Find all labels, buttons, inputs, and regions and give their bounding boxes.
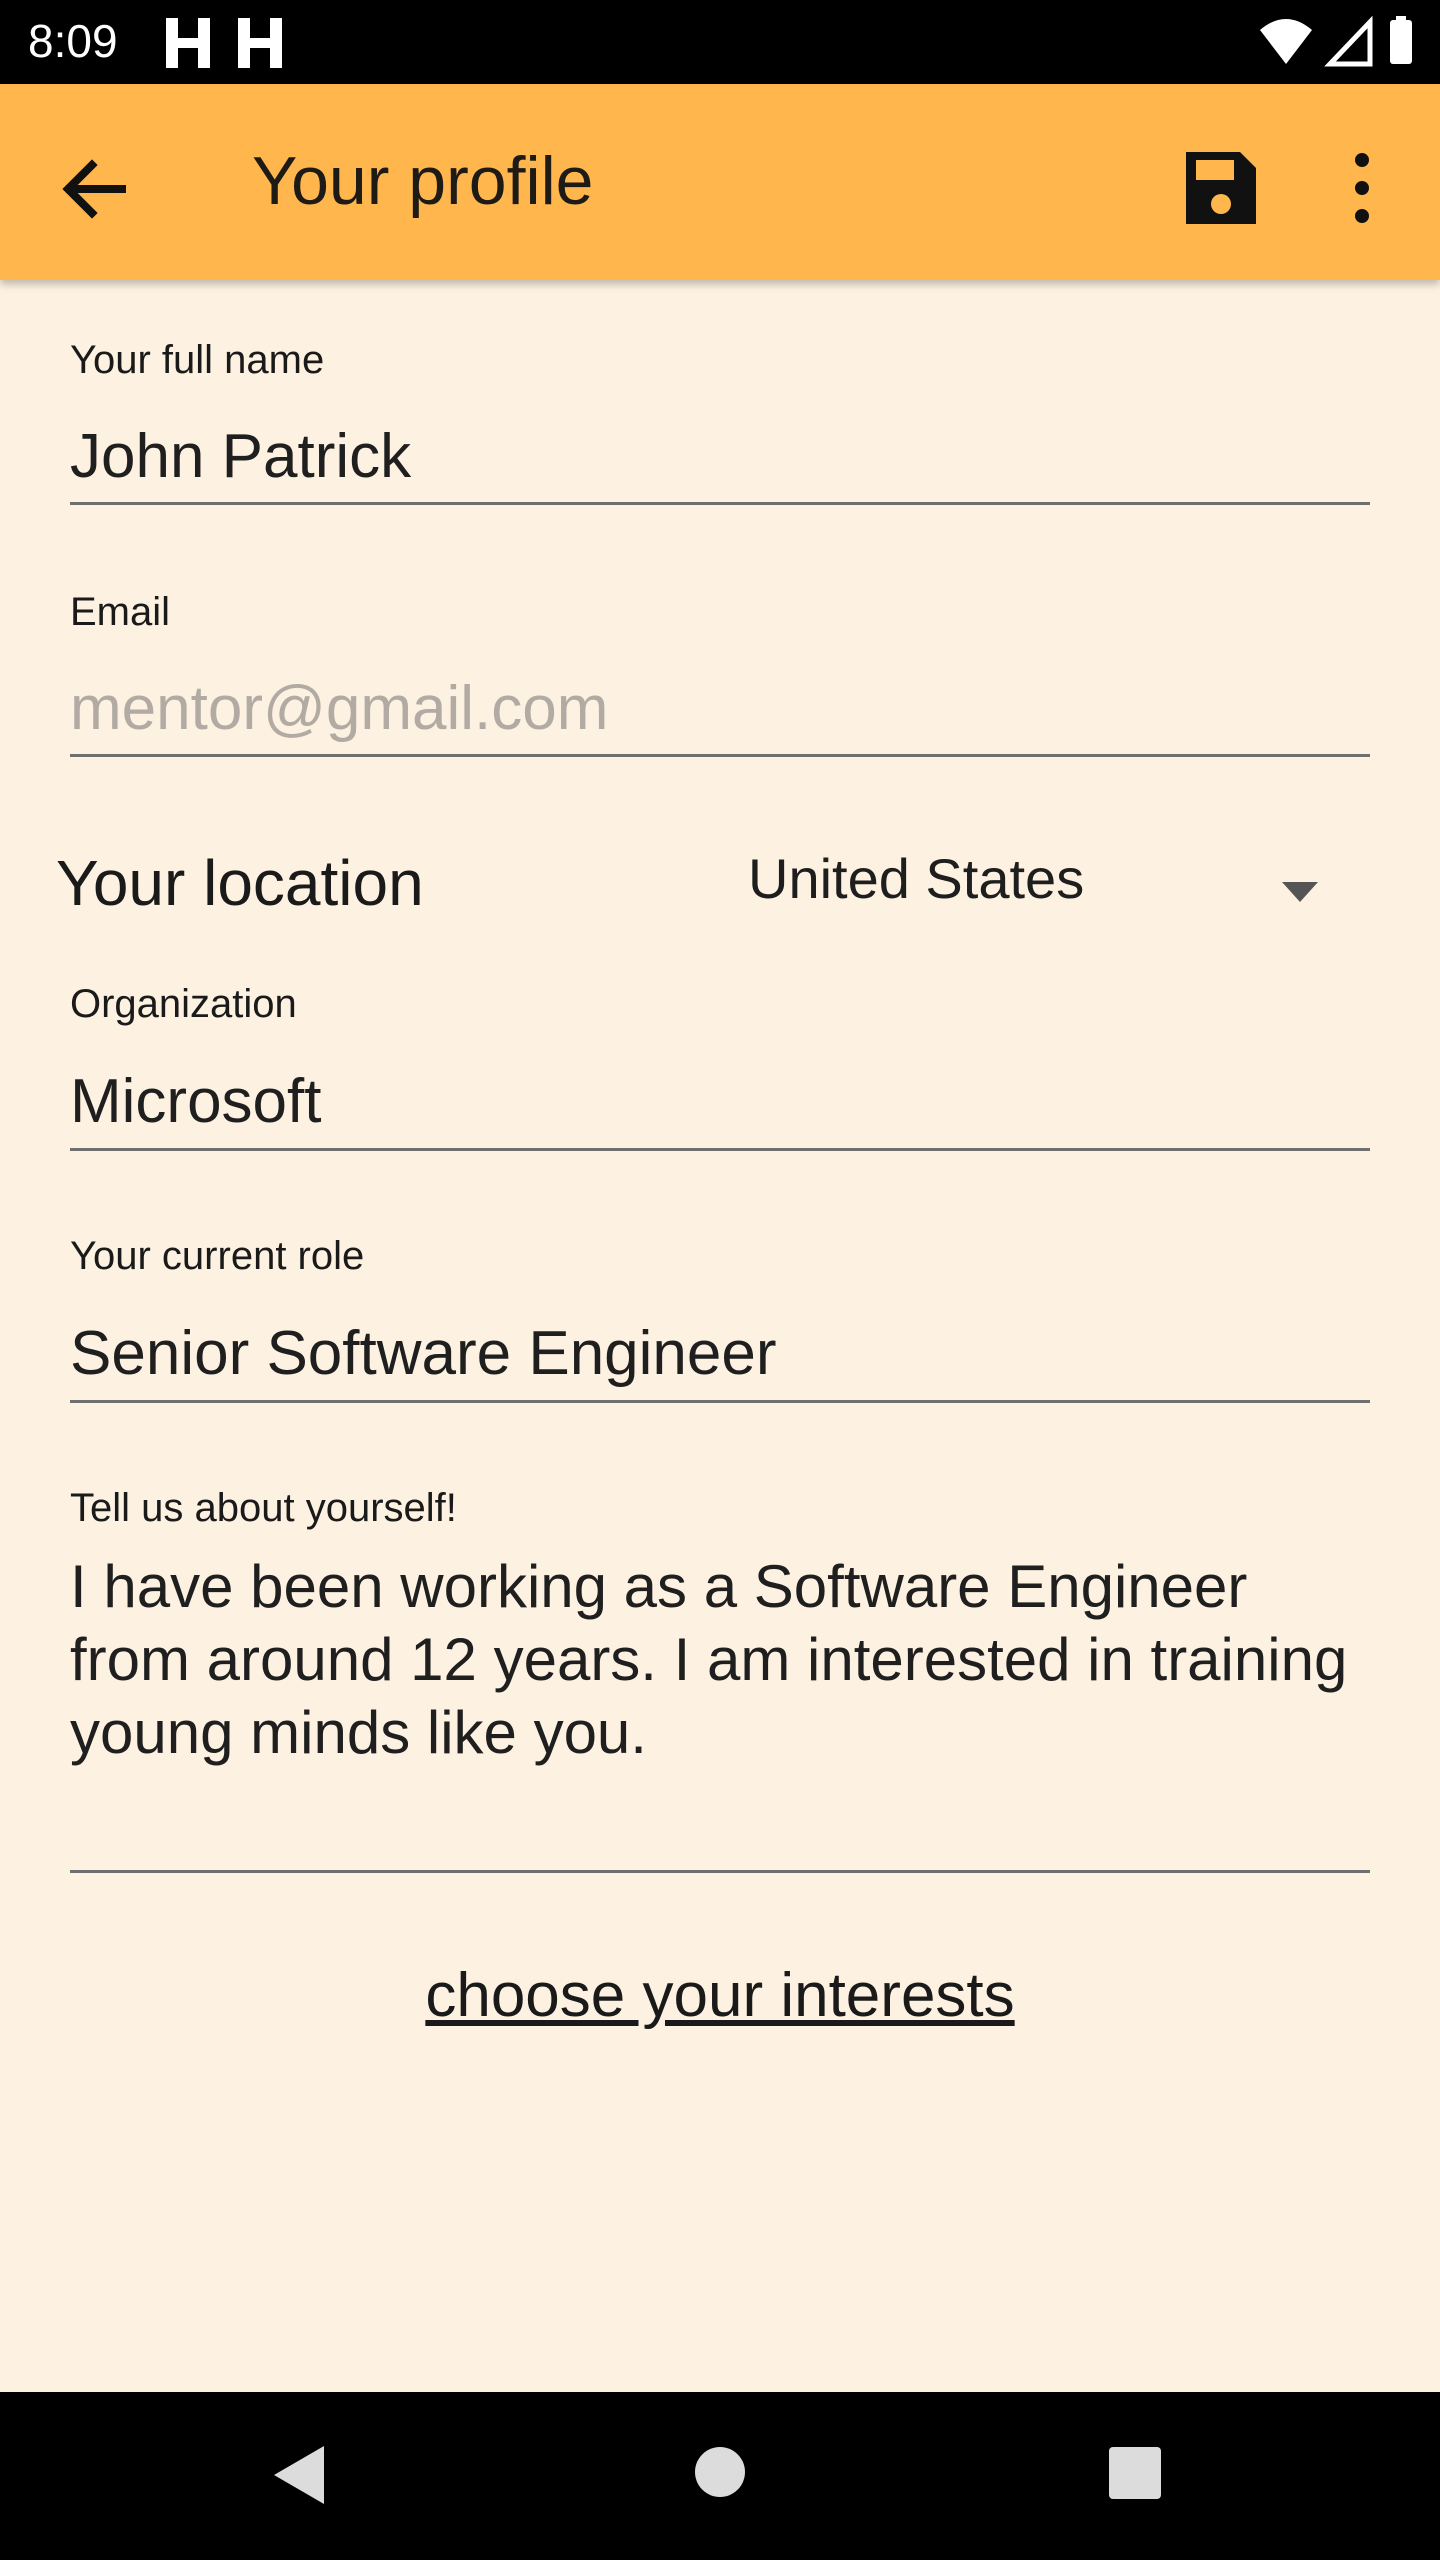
system-navigation-bar xyxy=(0,2392,1440,2560)
status-time: 8:09 xyxy=(28,15,118,67)
location-selected-value: United States xyxy=(748,847,1085,910)
save-icon xyxy=(1186,152,1256,224)
nav-back-icon[interactable] xyxy=(270,2442,330,2508)
dropdown-arrow-icon xyxy=(1282,882,1318,902)
organization-input[interactable] xyxy=(70,1054,1370,1151)
page-title: Your profile xyxy=(252,143,594,219)
location-dropdown[interactable]: United States xyxy=(748,836,1348,936)
organization-label: Organization xyxy=(70,982,297,1026)
location-label: Your location xyxy=(56,847,424,919)
more-options-button[interactable] xyxy=(1320,138,1400,238)
status-bar: 8:09 xyxy=(0,0,1440,84)
more-vert-icon xyxy=(1355,153,1369,223)
email-input[interactable] xyxy=(70,662,1370,757)
wifi-icon xyxy=(1260,19,1312,64)
save-button[interactable] xyxy=(1170,138,1270,238)
bio-textarea[interactable]: I have been working as a Software Engine… xyxy=(70,1550,1370,1873)
role-label: Your current role xyxy=(70,1234,365,1278)
bio-text: I have been working as a Software Engine… xyxy=(70,1553,1348,1766)
system-status-icons xyxy=(1258,14,1418,75)
app-bar: Your profile xyxy=(0,84,1440,280)
back-button[interactable] xyxy=(40,134,150,244)
notification-icons xyxy=(160,12,290,77)
nav-recents-icon[interactable] xyxy=(1108,2446,1162,2500)
email-label: Email xyxy=(70,590,171,634)
arrow-back-icon xyxy=(62,159,126,219)
full-name-label: Your full name xyxy=(70,338,325,382)
nav-home-icon[interactable] xyxy=(694,2446,746,2498)
signal-icon xyxy=(1324,15,1373,67)
choose-interests-link[interactable]: choose your interests xyxy=(0,1960,1440,2031)
bio-label: Tell us about yourself! xyxy=(70,1486,457,1530)
role-input[interactable] xyxy=(70,1306,1370,1403)
battery-icon xyxy=(1390,20,1412,64)
full-name-input[interactable] xyxy=(70,410,1370,505)
